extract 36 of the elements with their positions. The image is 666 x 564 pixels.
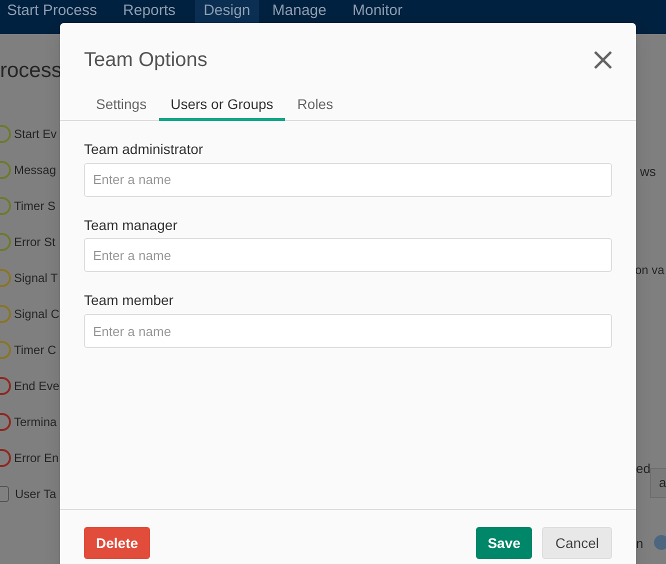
task-square-icon <box>0 486 9 502</box>
name-input-field[interactable]: Enter a name <box>84 238 612 272</box>
nav-tab[interactable]: Monitor <box>345 0 416 24</box>
palette-item[interactable]: Termina <box>14 413 57 431</box>
name-input-field[interactable]: Enter a name <box>84 162 612 197</box>
nav-tab[interactable]: Start Process <box>0 0 110 24</box>
name-input-field[interactable]: Enter a name <box>84 314 612 348</box>
palette-item[interactable]: Signal T <box>14 269 58 287</box>
close-icon[interactable] <box>594 51 612 69</box>
palette-item[interactable]: Start Ev <box>14 125 57 143</box>
field-label: Team administrator <box>84 140 204 158</box>
palette-item[interactable]: Messag <box>14 161 56 179</box>
page-title: rocess <box>0 58 62 81</box>
palette-item[interactable]: Error St <box>14 233 56 251</box>
cancel-button[interactable]: Cancel <box>542 527 612 559</box>
palette-item[interactable]: Timer C <box>14 341 56 359</box>
palette-item[interactable]: Signal C <box>14 305 60 323</box>
nav-tab[interactable]: Reports <box>116 0 189 24</box>
panel-heading: ws <box>640 163 656 181</box>
save-button[interactable]: Save <box>476 527 532 559</box>
palette-item[interactable]: Timer S <box>14 197 56 215</box>
help-label: n <box>636 535 644 553</box>
tab[interactable]: Roles <box>285 96 346 121</box>
delete-button[interactable]: Delete <box>84 527 150 559</box>
palette-item[interactable]: User Ta <box>15 485 56 503</box>
palette-item[interactable]: Error En <box>14 449 59 467</box>
tab[interactable]: Users or Groups <box>158 96 286 121</box>
nav-tab[interactable]: Design <box>194 0 260 24</box>
nav-tab[interactable]: Manage <box>265 0 340 24</box>
palette-item[interactable]: End Eve <box>14 377 60 395</box>
tab[interactable]: Settings <box>84 96 159 121</box>
modal-title: Team Options <box>84 49 208 71</box>
option-label: ed <box>636 460 650 478</box>
field-label: Team manager <box>84 216 178 234</box>
field-label: Team member <box>84 292 174 310</box>
field-value: a <box>650 468 666 498</box>
